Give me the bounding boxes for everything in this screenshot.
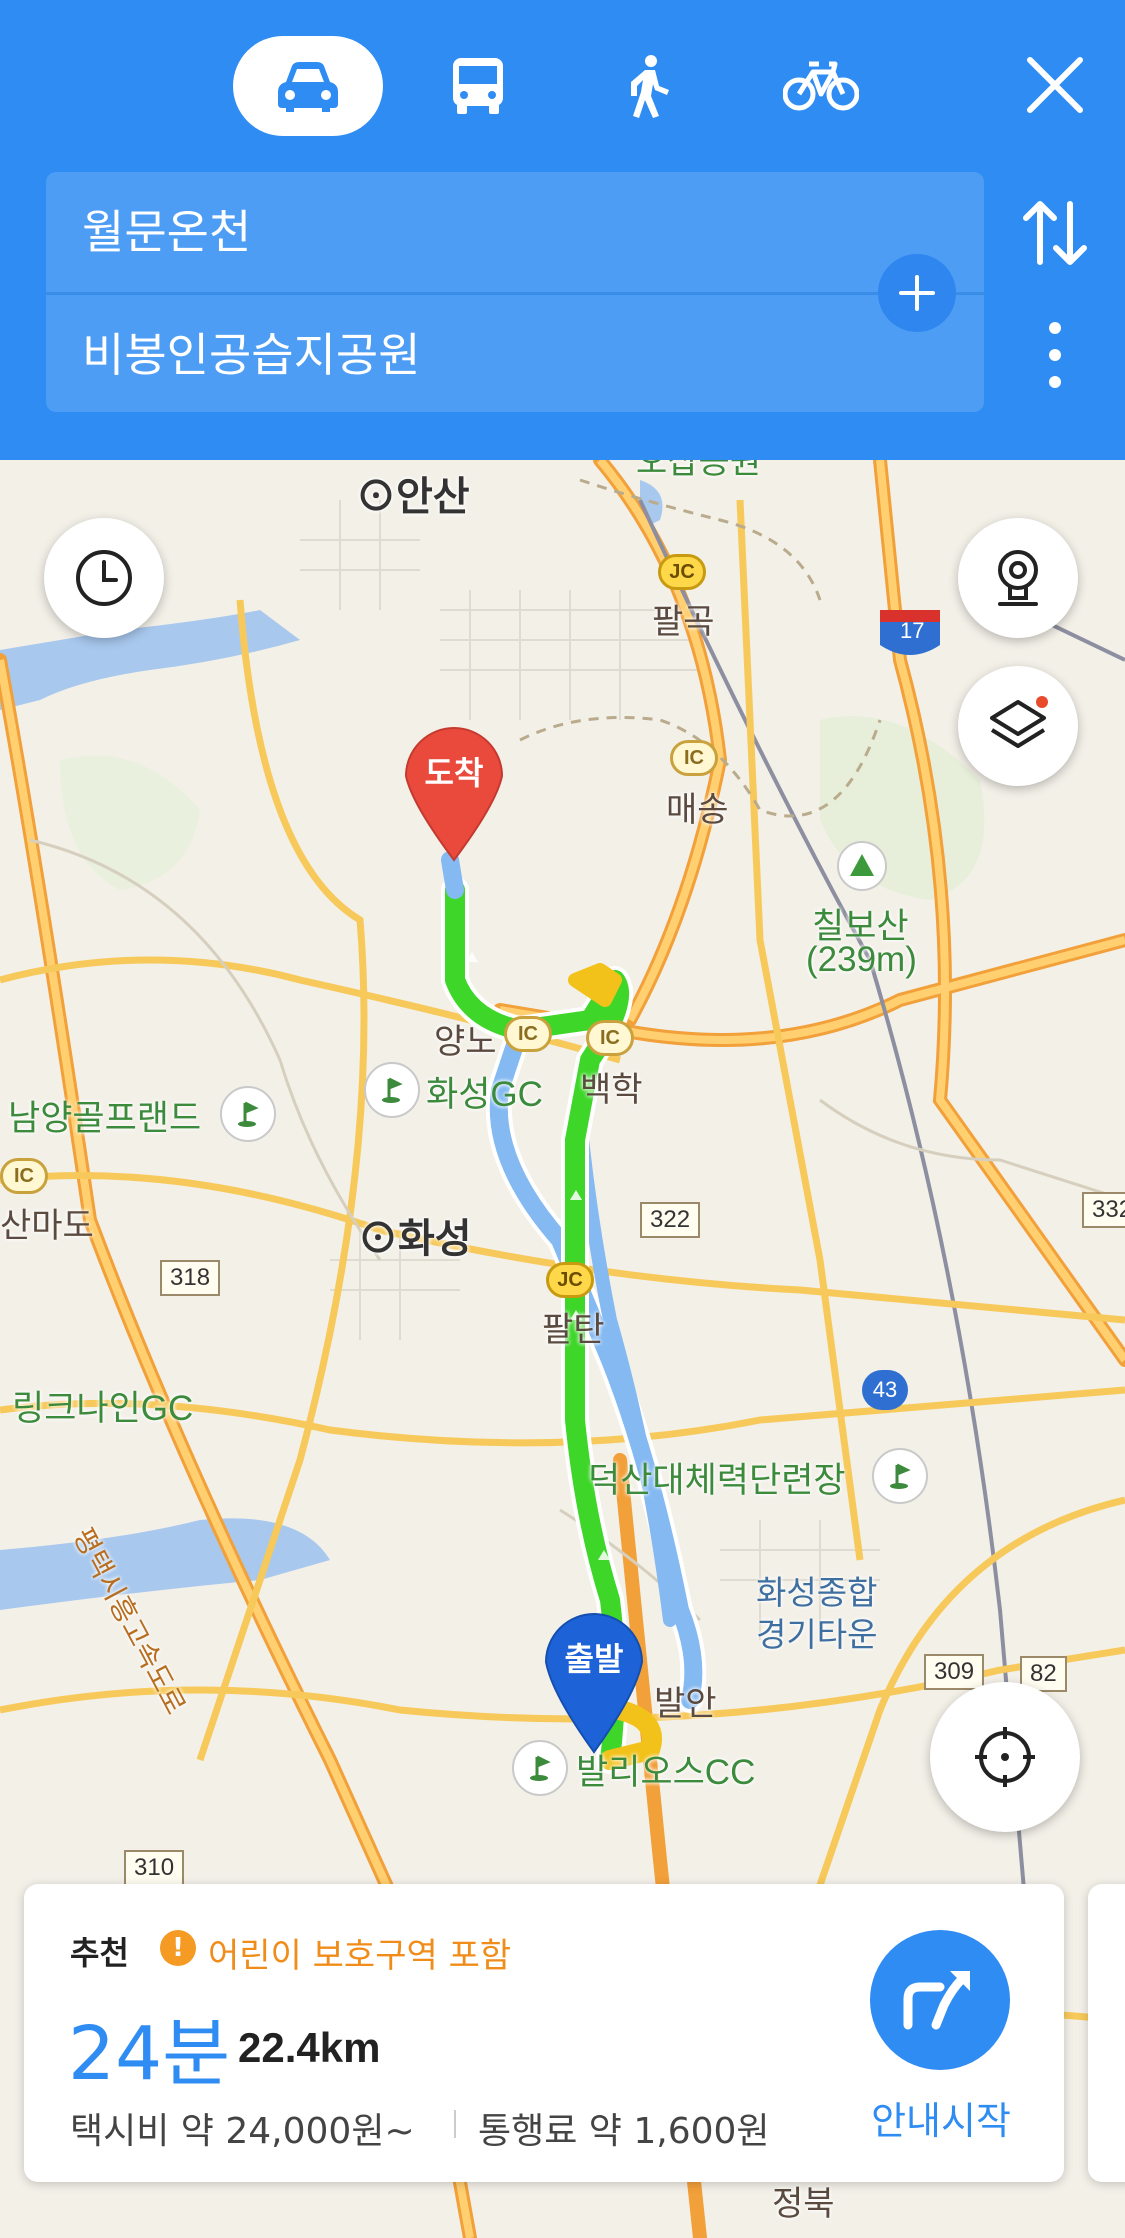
route-distance: 22.4km	[238, 2024, 381, 2071]
golf-icon	[220, 1086, 276, 1142]
destination-field[interactable]: 비봉인공습지공원	[82, 295, 421, 415]
next-route-card-peek[interactable]	[1088, 1884, 1125, 2182]
map-label-ansan: ⊙안산	[356, 475, 470, 519]
map-label-baekhak: 백학	[580, 1071, 643, 1109]
close-button[interactable]	[1020, 50, 1090, 120]
walk-icon	[631, 55, 669, 118]
walk-mode-tab[interactable]	[573, 36, 723, 136]
route-duration: 24분	[68, 2011, 231, 2097]
arrival-pin-label: 도착	[424, 755, 484, 791]
close-icon	[1027, 57, 1083, 113]
bus-mode-tab[interactable]	[403, 36, 553, 136]
road-number-318: 318	[160, 1260, 221, 1296]
route-search-header: 월문온천 비봉인공습지공원	[0, 0, 1125, 460]
map-label-palgok: 팔곡	[652, 603, 715, 641]
map-label-hwaseong-gc: 화성GC	[426, 1075, 543, 1114]
crosshair-icon	[975, 1727, 1035, 1787]
clock-icon	[76, 550, 132, 606]
arrival-pin-marker	[404, 727, 504, 862]
my-location-button[interactable]	[930, 1682, 1080, 1832]
start-navigation-label[interactable]: 안내시작	[844, 2090, 1038, 2145]
golf-icon	[364, 1062, 420, 1118]
map-label-hwaseong-complex: 화성종합	[756, 1574, 878, 1611]
ic-badge-baekhak: IC	[586, 1020, 634, 1056]
route-input-box: 월문온천 비봉인공습지공원	[46, 172, 984, 412]
ic-badge-maesong: IC	[670, 740, 718, 776]
map-label-sanmado: 산마도	[0, 1207, 94, 1245]
toll-fee: 통행료 약 1,600원	[478, 2111, 770, 2152]
more-options-button[interactable]	[1035, 318, 1075, 392]
arrival-pin[interactable]: 도착	[402, 724, 506, 864]
map-label-deoksan: 덕산대체력단련장	[588, 1461, 846, 1500]
layers-icon	[990, 696, 1048, 748]
fare-divider	[454, 2110, 456, 2138]
road-number-310: 310	[124, 1850, 185, 1886]
map-layers-button[interactable]	[958, 666, 1078, 786]
bus-icon	[453, 58, 503, 114]
recommend-label: 추천	[70, 1934, 129, 1972]
map-label-maesong: 매송	[666, 791, 729, 829]
road-number-43: 43	[862, 1370, 908, 1410]
map-label-gyeonggi-town: 경기타운	[756, 1616, 878, 1653]
history-button[interactable]	[44, 518, 164, 638]
road-number-322: 322	[640, 1202, 701, 1238]
hwaseong-text: 화성	[398, 1217, 472, 1261]
start-navigation-button[interactable]	[870, 1930, 1010, 2070]
car-mode-tab[interactable]	[233, 36, 383, 136]
map-label-top-partial: 오삽공원	[636, 460, 762, 481]
plus-icon	[899, 275, 935, 311]
golf-icon	[872, 1448, 928, 1504]
departure-pin-label: 출발	[564, 1641, 624, 1677]
swap-arrows-icon	[1023, 201, 1087, 265]
taxi-fare: 택시비 약 24,000원~	[70, 2111, 415, 2152]
map-label-chilbosan-height: (239m)	[806, 940, 917, 979]
warning-icon: !	[160, 1930, 196, 1966]
map-label-jeongbuk: 정북	[772, 2185, 835, 2223]
origin-field[interactable]: 월문온천	[82, 172, 251, 292]
map-label-hwaseong: ⊙화성	[358, 1217, 472, 1261]
map-label-yangno: 양노	[434, 1023, 497, 1061]
navigation-turn-icon	[903, 1971, 970, 2030]
swap-route-button[interactable]	[1018, 196, 1092, 270]
jc-badge-palgok: JC	[658, 554, 706, 590]
road-number-332: 332	[1082, 1192, 1125, 1228]
map-label-paltan: 팔탄	[542, 1311, 605, 1349]
departure-pin-marker	[544, 1613, 644, 1754]
school-zone-warning: 어린이 보호구역 포함	[208, 1936, 512, 1976]
map-label-linknine-gc: 링크나인GC	[12, 1389, 194, 1428]
street-view-button[interactable]	[958, 518, 1078, 638]
ic-badge-sanmado: IC	[0, 1158, 48, 1194]
road-number-309: 309	[924, 1654, 985, 1690]
road-shield-17: 17	[900, 618, 925, 643]
jc-badge-paltan: JC	[546, 1262, 594, 1298]
route-summary-card[interactable]: 추천 ! 어린이 보호구역 포함 24분 22.4km 택시비 약 24,000…	[24, 1884, 1064, 2182]
departure-pin[interactable]: 출발	[542, 1610, 646, 1756]
bike-mode-tab[interactable]	[746, 36, 896, 136]
street-view-icon	[998, 550, 1038, 606]
add-waypoint-button[interactable]	[878, 254, 956, 332]
ic-badge-yangno: IC	[504, 1016, 552, 1052]
map-label-baran: 발안	[654, 1685, 717, 1723]
bike-icon	[783, 61, 859, 111]
ansan-text: 안산	[396, 475, 470, 519]
map-label-namyang-golf: 남양골프랜드	[8, 1099, 202, 1138]
more-vertical-icon	[1049, 322, 1061, 388]
car-icon	[278, 62, 338, 112]
